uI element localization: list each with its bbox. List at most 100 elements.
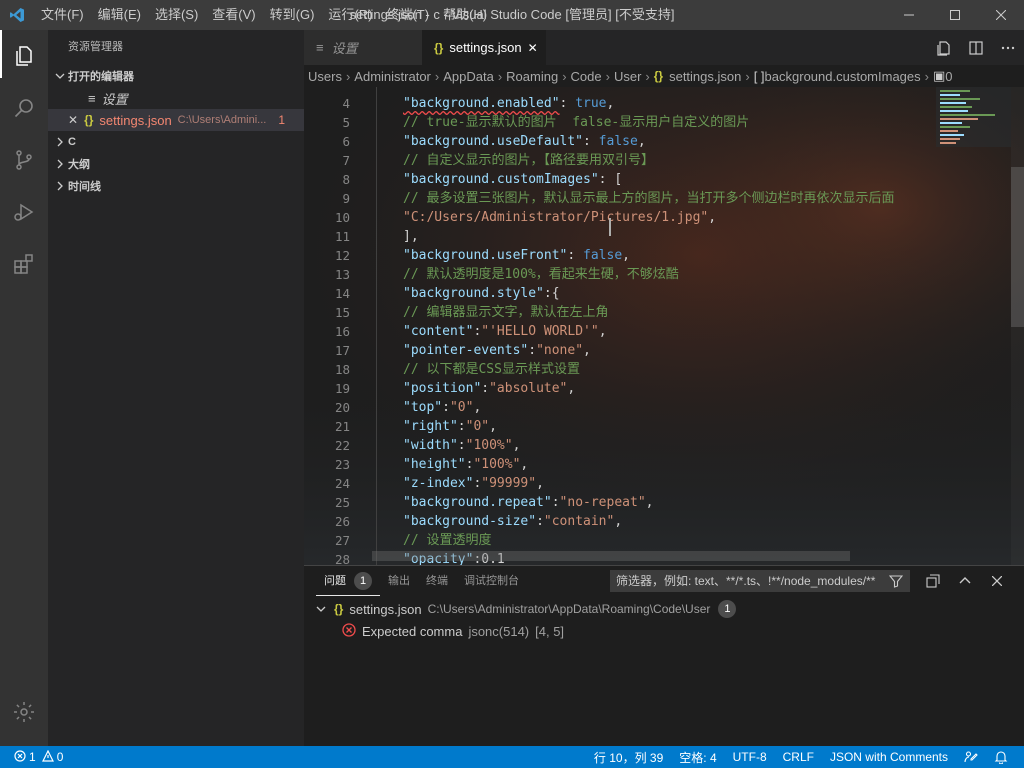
breadcrumb-item[interactable]: Code — [571, 69, 602, 84]
outline-section[interactable]: 大纲 — [48, 153, 304, 175]
breadcrumb-item[interactable]: settings.json — [669, 69, 741, 84]
encoding[interactable]: UTF-8 — [725, 746, 775, 768]
close-icon[interactable]: ✕ — [68, 113, 78, 127]
open-settings-icon[interactable] — [928, 30, 960, 65]
breadcrumb-item[interactable]: User — [614, 69, 641, 84]
tab-output[interactable]: 输出 — [380, 566, 418, 596]
close-icon[interactable]: ✕ — [528, 41, 538, 55]
maximize-icon[interactable] — [932, 0, 978, 30]
code-token: "absolute" — [489, 381, 568, 396]
notifications-icon[interactable] — [986, 746, 1016, 768]
run-debug-icon[interactable] — [0, 186, 48, 238]
source-control-icon[interactable] — [0, 134, 48, 186]
tab-debug-console[interactable]: 调试控制台 — [456, 566, 527, 596]
line-number: 24 — [334, 476, 350, 491]
editor-tab-bar: ≡ 设置 {} settings.json ✕ — [304, 30, 1024, 65]
explorer-icon[interactable] — [0, 30, 48, 82]
minimize-icon[interactable] — [886, 0, 932, 30]
problem-file-count: 1 — [718, 600, 737, 618]
code-token: "z-index" — [403, 476, 474, 491]
code-token: // 以下都是CSS显示样式设置 — [403, 362, 580, 377]
breadcrumb-item[interactable]: Users — [308, 69, 342, 84]
collapse-all-icon[interactable] — [918, 570, 948, 592]
extensions-icon[interactable] — [0, 238, 48, 290]
line-number: 6 — [342, 134, 350, 149]
code-token: : — [457, 419, 466, 434]
tab-terminal[interactable]: 终端 — [418, 566, 456, 596]
code-line: // 编辑器显示文字，默认在左上角 — [403, 303, 608, 322]
horizontal-scrollbar[interactable] — [372, 551, 850, 561]
language-mode[interactable]: JSON with Comments — [822, 746, 956, 768]
code-token: "position" — [403, 381, 482, 396]
code-line: // 默认透明度是100%，看起来生硬，不够炫酷 — [403, 265, 679, 284]
menu-item[interactable]: 帮助(H) — [436, 0, 494, 30]
tab-label: 问题 — [324, 574, 346, 587]
code-token: "contain" — [543, 514, 615, 529]
menu-item[interactable]: 转到(G) — [263, 0, 322, 30]
menu-item[interactable]: 编辑(E) — [91, 0, 148, 30]
problem-file-row[interactable]: {} settings.json C:\Users\Administrator\… — [316, 598, 737, 620]
code-token: , — [473, 400, 482, 415]
open-editors-header[interactable]: 打开的编辑器 — [48, 65, 304, 87]
code-token: "background-size" — [403, 514, 537, 529]
json-file-icon: {} — [434, 40, 444, 55]
breadcrumb-item[interactable]: background.customImages — [765, 69, 921, 84]
search-icon[interactable] — [0, 82, 48, 134]
open-editor-settings-json[interactable]: ✕ {} settings.json C:\Users\Admini... 1 — [48, 109, 304, 131]
menu-item[interactable]: 运行(R) — [321, 0, 379, 30]
tab-problems[interactable]: 问题 1 — [316, 566, 380, 596]
line-number: 23 — [334, 457, 350, 472]
menu-item[interactable]: 查看(V) — [205, 0, 262, 30]
code-line: "pointer-events":"none", — [403, 341, 591, 360]
menu-item[interactable]: 文件(F) — [34, 0, 91, 30]
breadcrumb-item[interactable]: Administrator — [354, 69, 431, 84]
json-file-icon: {} — [84, 113, 94, 127]
code-token: false — [598, 134, 638, 149]
filter-icon[interactable] — [884, 570, 908, 592]
folder-section-c[interactable]: C — [48, 131, 304, 153]
menu-item[interactable]: 选择(S) — [148, 0, 205, 30]
code-token: "no-repeat" — [559, 495, 646, 510]
menu-item[interactable]: 终端(T) — [379, 0, 436, 30]
problems-filter-input[interactable]: 筛选器，例如: text、**/*.ts、!**/node_modules/** — [610, 570, 910, 592]
tab-settings-ui[interactable]: ≡ 设置 — [304, 30, 422, 65]
code-token: "height" — [403, 457, 466, 472]
maximize-panel-icon[interactable] — [950, 570, 980, 592]
code-editor[interactable]: 4 5 6 7 8 9 10 11 12 13 14 15 16 17 18 19 20 21 22 23 24 25 26… — [304, 87, 1024, 565]
code-token: , — [536, 476, 544, 491]
chevron-down-icon — [316, 602, 326, 617]
text-cursor — [609, 218, 611, 236]
line-number: 20 — [334, 400, 350, 415]
code-token: : — [528, 343, 537, 358]
more-actions-icon[interactable] — [992, 30, 1024, 65]
scrollbar-thumb[interactable] — [1011, 167, 1024, 327]
split-editor-icon[interactable] — [960, 30, 992, 65]
open-editor-label: 设置 — [101, 91, 128, 107]
problem-position: [4, 5] — [535, 623, 565, 639]
menu-bar: 文件(F) 编辑(E) 选择(S) 查看(V) 转到(G) 运行(R) 终端(T) 帮助(H) — [34, 0, 494, 30]
feedback-icon[interactable] — [956, 746, 986, 768]
problems-status[interactable]: 1 0 — [0, 749, 63, 765]
chevron-right-icon: › — [605, 68, 610, 84]
problem-row[interactable]: Expected comma jsonc(514) [4, 5] — [342, 620, 564, 642]
code-line: // 自定义显示的图片，【路径要用双引号】 — [403, 151, 654, 170]
open-editor-path: C:\Users\Admini... — [177, 114, 267, 126]
code-line: "right":"0", — [403, 417, 497, 436]
breadcrumb-item[interactable]: 0 — [945, 69, 952, 84]
line-ending[interactable]: CRLF — [775, 746, 822, 768]
bottom-panel: 问题 1 输出 终端 调试控制台 筛选器，例如: text、**/*.ts、!*… — [304, 565, 1024, 746]
tab-settings-json[interactable]: {} settings.json ✕ — [422, 30, 546, 65]
timeline-section[interactable]: 时间线 — [48, 175, 304, 197]
minimap[interactable] — [936, 87, 1011, 565]
breadcrumb-item[interactable]: Roaming — [506, 69, 558, 84]
close-window-icon[interactable] — [978, 0, 1024, 30]
open-editor-settings-ui[interactable]: ≡ 设置 — [48, 87, 304, 109]
indentation[interactable]: 空格: 4 — [671, 746, 724, 768]
close-panel-icon[interactable] — [982, 570, 1012, 592]
cursor-position[interactable]: 行 10，列 39 — [586, 746, 671, 768]
breadcrumb-item[interactable]: AppData — [443, 69, 494, 84]
code-line: // 以下都是CSS显示样式设置 — [403, 360, 580, 379]
breadcrumb: Users › Administrator › AppData › Roaming › Code… — [304, 65, 1024, 87]
gear-icon[interactable] — [0, 686, 48, 738]
code-token: , — [637, 134, 646, 149]
